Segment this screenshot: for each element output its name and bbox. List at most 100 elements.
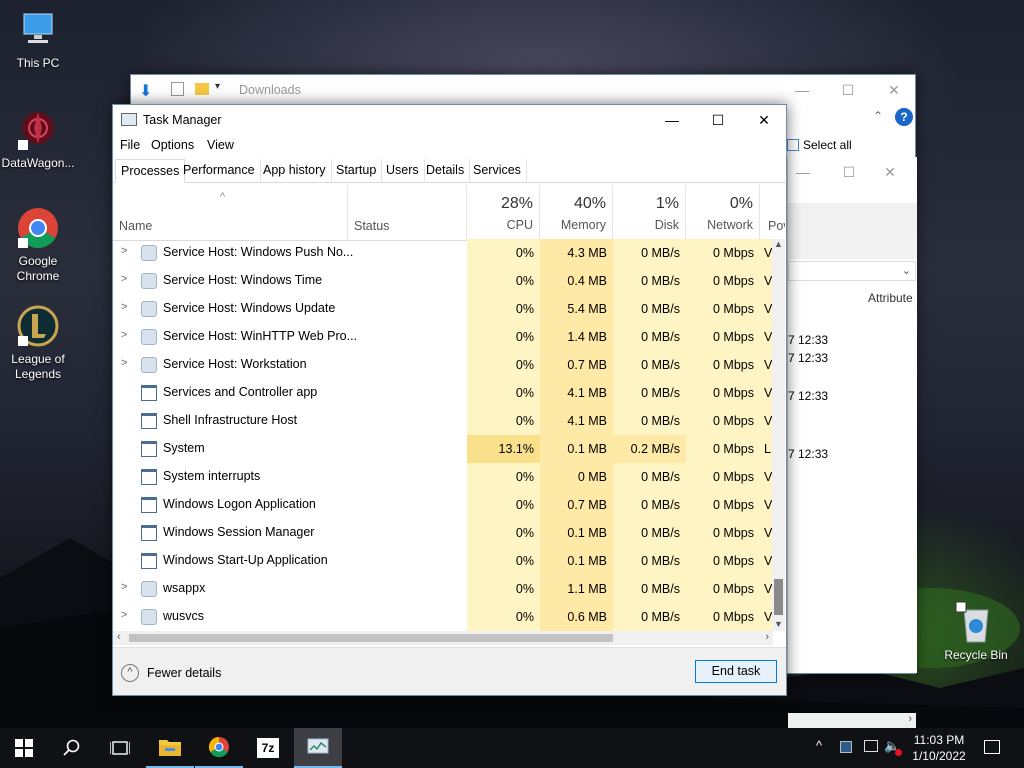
explorer-close-button[interactable]: ✕ <box>871 75 917 105</box>
horizontal-scrollbar[interactable]: ‹ › <box>113 631 773 645</box>
expand-chevron-icon[interactable]: > <box>121 581 127 593</box>
tray-display-icon[interactable] <box>840 741 852 753</box>
table-row[interactable]: Services and Controller app 0% 4.1 MB 0 … <box>113 379 773 407</box>
taskbar-task-manager[interactable] <box>294 728 342 768</box>
table-row[interactable]: Windows Logon Application 0% 0.7 MB 0 MB… <box>113 491 773 519</box>
scroll-left-arrow-icon[interactable]: ‹ <box>117 631 121 643</box>
close-button[interactable]: ✕ <box>741 105 787 135</box>
minimize-button[interactable]: — <box>649 105 695 135</box>
tab-users[interactable]: Users <box>381 159 425 183</box>
memory-cell: 1.4 MB <box>567 330 607 344</box>
expand-chevron-icon[interactable]: > <box>121 357 127 369</box>
menu-view[interactable]: View <box>207 138 234 152</box>
explorer-title: Downloads <box>239 83 301 97</box>
file-time: 7 12:33 <box>788 447 829 461</box>
task-view-button[interactable] <box>96 728 144 768</box>
table-row[interactable]: Windows Start-Up Application 0% 0.1 MB 0… <box>113 547 773 575</box>
network-icon[interactable] <box>864 740 878 752</box>
table-row[interactable]: Shell Infrastructure Host 0% 4.1 MB 0 MB… <box>113 407 773 435</box>
taskbar-file-explorer[interactable] <box>146 728 194 768</box>
column-name[interactable]: Name <box>113 185 348 241</box>
tab-performance[interactable]: Performance <box>178 159 261 183</box>
desktop-icon-this-pc[interactable]: This PC <box>0 8 76 71</box>
explorer-maximize-button[interactable]: ☐ <box>825 75 871 105</box>
explorer-minimize-button[interactable]: — <box>779 75 825 105</box>
table-row[interactable]: System 13.1% 0.1 MB 0.2 MB/s 0 Mbps L <box>113 435 773 463</box>
action-center-icon[interactable] <box>984 740 1000 754</box>
address-dropdown-icon[interactable]: ⌄ <box>902 264 911 277</box>
hscroll-thumb[interactable] <box>129 634 613 642</box>
memory-cell: 0.1 MB <box>567 554 607 568</box>
app-window-icon <box>141 385 157 401</box>
memory-cell: 1.1 MB <box>567 582 607 596</box>
taskbar-chrome[interactable] <box>195 728 243 768</box>
vertical-scrollbar[interactable]: ▲ ▼ <box>772 239 785 631</box>
desktop-icon-recycle-bin[interactable]: Recycle Bin <box>936 600 1016 663</box>
table-row[interactable]: > wusvcs 0% 0.6 MB 0 MB/s 0 Mbps V <box>113 603 773 631</box>
column-cpu[interactable]: 28% CPU <box>467 185 540 241</box>
clock[interactable]: 11:03 PM 1/10/2022 <box>906 732 972 764</box>
scroll-right-arrow-icon[interactable]: › <box>908 713 912 725</box>
search-button[interactable] <box>48 728 96 768</box>
column-memory[interactable]: 40% Memory <box>540 185 613 241</box>
chrome-icon <box>16 206 60 250</box>
expand-chevron-icon[interactable]: > <box>121 609 127 621</box>
task-manager-titlebar[interactable]: Task Manager — ☐ ✕ <box>113 105 786 135</box>
column-network[interactable]: 0% Network <box>686 185 760 241</box>
desktop-icon-league-of-legends[interactable]: League of Legends <box>0 304 76 382</box>
attribute-column-header[interactable]: Attribute <box>868 291 913 305</box>
taskbar-7zip[interactable]: 7z <box>244 728 292 768</box>
inner-maximize-button[interactable]: ☐ <box>826 157 872 187</box>
fewer-details-button[interactable]: ^ Fewer details <box>121 664 221 682</box>
tab-services[interactable]: Services <box>468 159 527 183</box>
table-row[interactable]: > Service Host: Windows Update 0% 5.4 MB… <box>113 295 773 323</box>
task-manager-window[interactable]: Task Manager — ☐ ✕ File Options View Pro… <box>112 104 787 696</box>
desktop-icon-google-chrome[interactable]: Google Chrome <box>0 206 76 284</box>
expand-chevron-icon[interactable]: > <box>121 273 127 285</box>
menu-file[interactable]: File <box>120 138 140 152</box>
file-explorer-icon <box>159 740 181 756</box>
new-folder-icon[interactable] <box>195 83 209 95</box>
menu-options[interactable]: Options <box>151 138 194 152</box>
disk-cell: 0 MB/s <box>641 274 680 288</box>
tab-processes[interactable]: Processes <box>115 159 186 183</box>
scroll-up-arrow-icon[interactable]: ▲ <box>774 239 783 249</box>
table-row[interactable]: > Service Host: Windows Time 0% 0.4 MB 0… <box>113 267 773 295</box>
expand-chevron-icon[interactable]: > <box>121 301 127 313</box>
tab-details[interactable]: Details <box>421 159 471 183</box>
maximize-button[interactable]: ☐ <box>695 105 741 135</box>
network-cell: 0 Mbps <box>713 554 754 568</box>
table-row[interactable]: Windows Session Manager 0% 0.1 MB 0 MB/s… <box>113 519 773 547</box>
quick-access-dropdown-icon[interactable]: ▾ <box>215 81 220 92</box>
column-status[interactable]: Status <box>348 185 467 241</box>
expand-chevron-icon[interactable]: > <box>121 329 127 341</box>
scrollbar-thumb[interactable] <box>774 579 783 615</box>
properties-icon[interactable] <box>171 82 184 96</box>
address-bar[interactable]: ⌄ <box>788 261 916 281</box>
desktop-icon-datawagon[interactable]: DataWagon... <box>0 108 76 171</box>
explorer-inner-window[interactable]: — ☐ ✕ ⌄ Attribute 7 12:33 7 12:33 7 12:3… <box>787 157 917 729</box>
scroll-down-arrow-icon[interactable]: ▼ <box>774 619 783 629</box>
scroll-right-arrow-icon[interactable]: › <box>765 631 769 643</box>
inner-close-button[interactable]: ✕ <box>870 157 910 187</box>
table-row[interactable]: > Service Host: Workstation 0% 0.7 MB 0 … <box>113 351 773 379</box>
table-row[interactable]: > wsappx 0% 1.1 MB 0 MB/s 0 Mbps V <box>113 575 773 603</box>
table-row[interactable]: > Service Host: Windows Push No... 0% 4.… <box>113 239 773 267</box>
end-task-button[interactable]: End task <box>695 660 777 683</box>
expand-chevron-icon[interactable]: > <box>121 245 127 257</box>
tab-app-history[interactable]: App history <box>258 159 332 183</box>
tray-overflow-chevron-icon[interactable]: ^ <box>816 738 822 753</box>
column-power-usage[interactable]: Pov <box>760 185 785 241</box>
memory-cell: 4.1 MB <box>567 414 607 428</box>
table-row[interactable]: > Service Host: WinHTTP Web Pro... 0% 1.… <box>113 323 773 351</box>
start-button[interactable] <box>0 728 48 768</box>
explorer-titlebar[interactable]: ⬇ ▾ Downloads — ☐ ✕ <box>131 75 915 105</box>
select-all-button[interactable]: Select all <box>787 135 852 155</box>
column-disk[interactable]: 1% Disk <box>613 185 686 241</box>
ribbon-collapse-icon[interactable]: ⌃ <box>873 109 883 123</box>
tab-startup[interactable]: Startup <box>331 159 383 183</box>
explorer-hscroll[interactable]: › <box>788 713 916 729</box>
help-icon[interactable]: ? <box>895 108 913 126</box>
table-row[interactable]: System interrupts 0% 0 MB 0 MB/s 0 Mbps … <box>113 463 773 491</box>
power-cell: V <box>764 302 773 316</box>
